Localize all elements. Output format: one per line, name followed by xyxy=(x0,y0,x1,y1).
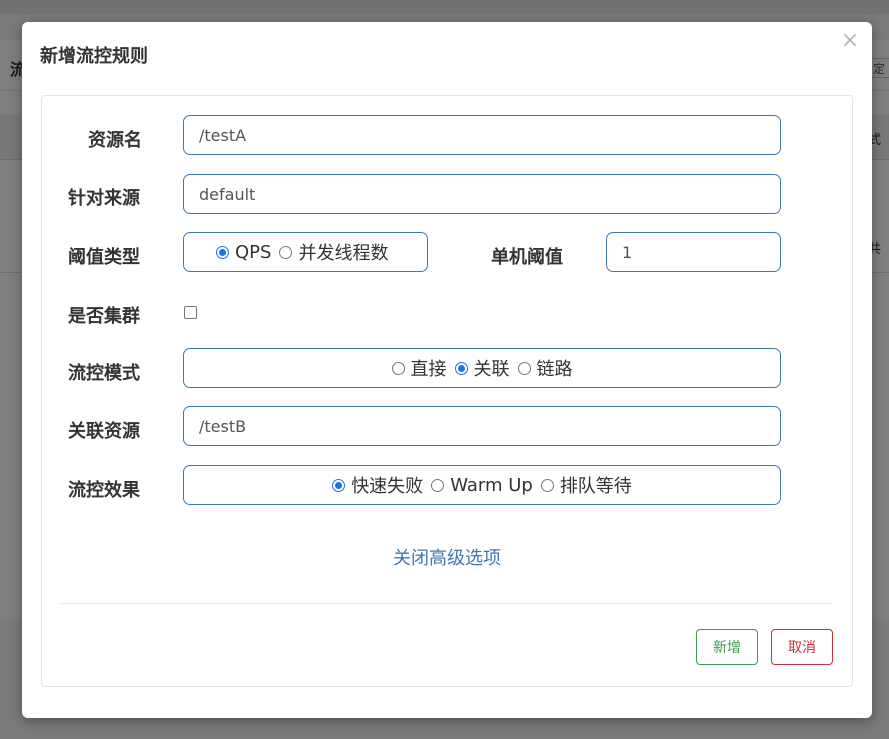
threshold-type-label: 阈值类型 xyxy=(68,247,140,268)
close-icon[interactable]: × xyxy=(840,30,860,54)
queue-radio-label: 排队等待 xyxy=(559,476,632,497)
advanced-options-toggle[interactable]: 关闭高级选项 xyxy=(42,544,852,570)
threshold-type-group: QPS 并发线程数 xyxy=(183,232,428,272)
warm-up-radio[interactable] xyxy=(431,478,445,492)
ref-resource-label: 关联资源 xyxy=(68,421,140,442)
relate-radio[interactable] xyxy=(454,361,468,375)
dialog-title: 新增流控规则 xyxy=(40,46,148,67)
behavior-queue-option[interactable]: 排队等待 xyxy=(540,472,632,498)
chain-radio-label: 链路 xyxy=(536,359,573,380)
limit-app-label: 针对来源 xyxy=(68,188,140,209)
single-threshold-input[interactable] xyxy=(606,232,781,272)
thread-count-radio-label: 并发线程数 xyxy=(298,243,389,264)
resource-name-input[interactable] xyxy=(183,115,781,155)
cluster-checkbox[interactable] xyxy=(184,306,197,319)
strategy-relate-option[interactable]: 关联 xyxy=(454,355,510,381)
strategy-chain-option[interactable]: 链路 xyxy=(517,355,573,381)
thread-count-radio[interactable] xyxy=(279,245,293,259)
threshold-type-thread-option[interactable]: 并发线程数 xyxy=(279,239,388,265)
resource-name-label: 资源名 xyxy=(88,130,142,151)
fast-fail-radio[interactable] xyxy=(332,478,346,492)
strategy-direct-option[interactable]: 直接 xyxy=(391,355,447,381)
direct-radio[interactable] xyxy=(391,361,405,375)
footer-divider xyxy=(61,603,833,604)
chain-radio[interactable] xyxy=(517,361,531,375)
cluster-label: 是否集群 xyxy=(68,306,140,327)
behavior-warm-up-option[interactable]: Warm Up xyxy=(431,475,533,496)
rule-form: 资源名 针对来源 阈值类型 QPS 并发线程数 单机阈值 是否集群 流控模式 xyxy=(41,95,853,687)
queue-radio[interactable] xyxy=(540,478,554,492)
limit-app-input[interactable] xyxy=(183,174,781,214)
add-button[interactable]: 新增 xyxy=(696,629,758,665)
relate-radio-label: 关联 xyxy=(473,359,510,380)
ref-resource-input[interactable] xyxy=(183,406,781,446)
strategy-group: 直接 关联 链路 xyxy=(183,348,781,388)
warm-up-radio-label: Warm Up xyxy=(450,474,533,496)
fast-fail-radio-label: 快速失败 xyxy=(351,476,424,497)
qps-radio-label: QPS xyxy=(235,241,272,263)
qps-radio[interactable] xyxy=(216,245,229,259)
behavior-fast-fail-option[interactable]: 快速失败 xyxy=(332,472,423,498)
cancel-button[interactable]: 取消 xyxy=(771,629,833,665)
control-behavior-group: 快速失败 Warm Up 排队等待 xyxy=(183,465,781,505)
threshold-type-qps-option[interactable]: QPS xyxy=(216,242,271,263)
control-behavior-label: 流控效果 xyxy=(68,480,140,501)
single-threshold-label: 单机阈值 xyxy=(491,247,563,268)
add-flow-rule-dialog: 新增流控规则 × 资源名 针对来源 阈值类型 QPS 并发线程数 单机阈值 是否… xyxy=(22,22,872,718)
strategy-label: 流控模式 xyxy=(68,363,140,384)
direct-radio-label: 直接 xyxy=(410,359,447,380)
